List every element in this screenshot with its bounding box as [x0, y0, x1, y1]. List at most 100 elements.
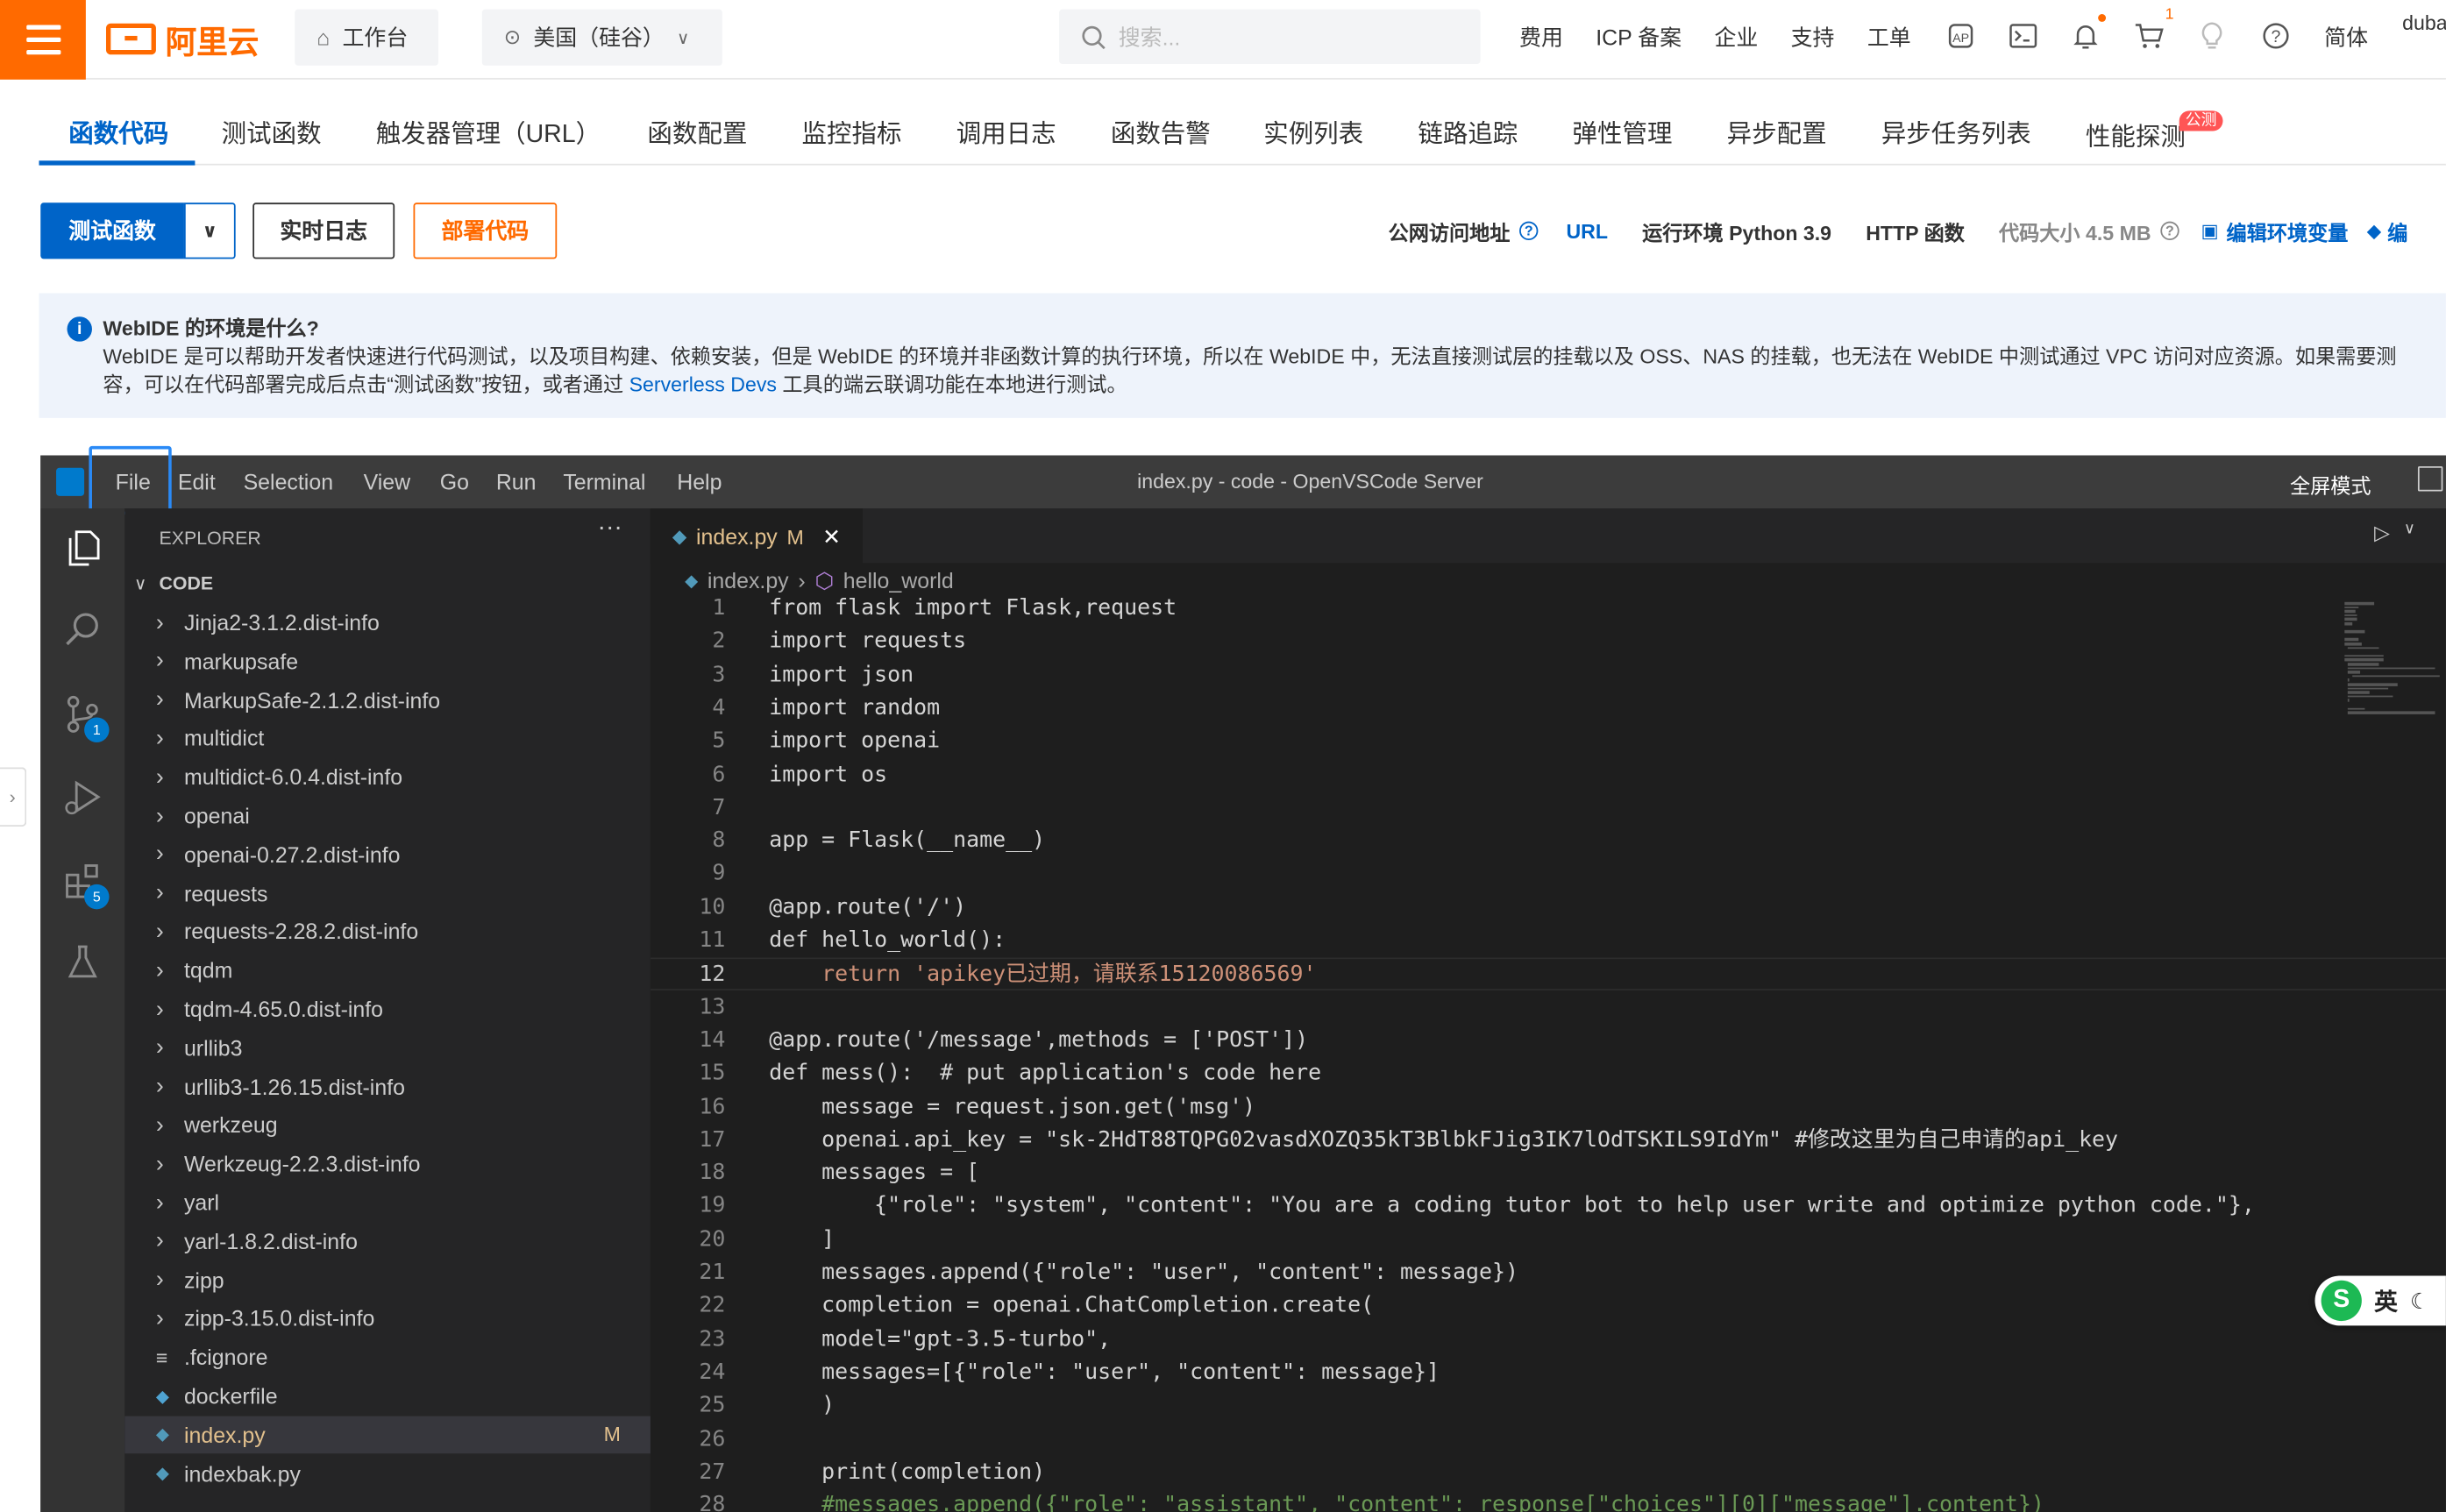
test-function-button[interactable]: 测试函数	[40, 202, 184, 259]
tab-invocation-logs[interactable]: 调用日志	[956, 112, 1056, 150]
testing-flask-icon[interactable]	[60, 939, 106, 985]
tree-folder[interactable]: › urllib3	[124, 1029, 651, 1067]
code-line[interactable]: 17 openai.api_key = "sk-2HdT88TQPG02vasd…	[651, 1125, 2446, 1157]
breadcrumb-symbol[interactable]: hello_world	[843, 568, 954, 593]
tab-function-config[interactable]: 函数配置	[647, 112, 747, 150]
code-line[interactable]: 27 print(completion)	[651, 1457, 2446, 1489]
info-circle-icon[interactable]: ?	[1519, 221, 1539, 241]
menu-help[interactable]: Help	[677, 470, 722, 494]
fullscreen-button[interactable]: 全屏模式	[2290, 470, 2371, 500]
code-line[interactable]: 24 messages=[{"role": "user", "content":…	[651, 1357, 2446, 1389]
tree-folder[interactable]: › urllib3-1.26.15.dist-info	[124, 1068, 651, 1105]
cart-icon[interactable]: 1	[2132, 6, 2174, 53]
menu-go[interactable]: Go	[440, 470, 469, 494]
code-line[interactable]: 21 messages.append({"role": "user", "con…	[651, 1257, 2446, 1289]
code-line[interactable]: 19 {"role": "system", "content": "You ar…	[651, 1190, 2446, 1223]
more-actions-icon[interactable]: ···	[597, 515, 622, 543]
tab-scaling[interactable]: 弹性管理	[1573, 112, 1673, 150]
tree-folder[interactable]: › multidict	[124, 720, 651, 757]
tree-file[interactable]: ◆ indexbak.py	[124, 1454, 651, 1492]
tree-folder[interactable]: › zipp-3.15.0.dist-info	[124, 1300, 651, 1338]
tab-alerts[interactable]: 函数告警	[1111, 112, 1211, 150]
run-dropdown-icon[interactable]: ∨	[2404, 521, 2415, 538]
menu-file[interactable]: File	[116, 470, 151, 494]
nav-ticket[interactable]: 工单	[1867, 0, 1911, 75]
tab-async-config[interactable]: 异步配置	[1727, 112, 1827, 150]
tab-metrics[interactable]: 监控指标	[802, 112, 902, 150]
tab-instances[interactable]: 实例列表	[1263, 112, 1363, 150]
code-line[interactable]: 10 @app.route('/')	[651, 891, 2446, 924]
edit-env-link[interactable]: 编辑环境变量	[2227, 216, 2349, 245]
user-name[interactable]: duba	[2402, 11, 2446, 34]
code-line[interactable]: 8 app = Flask(__name__)	[651, 825, 2446, 857]
tree-folder[interactable]: › tqdm-4.65.0.dist-info	[124, 990, 651, 1028]
code-line[interactable]: 14 @app.route('/message',methods = ['POST…	[651, 1025, 2446, 1057]
test-dropdown-button[interactable]: ∨	[183, 202, 236, 259]
nav-enterprise[interactable]: 企业	[1714, 0, 1758, 75]
ime-toolbar[interactable]: S 英 ☾	[2314, 1275, 2446, 1326]
code-line[interactable]: 23 model="gpt-3.5-turbo",	[651, 1324, 2446, 1356]
moon-icon[interactable]: ☾	[2410, 1288, 2429, 1314]
menu-terminal[interactable]: Terminal	[563, 470, 645, 494]
source-control-icon[interactable]: 1	[60, 691, 110, 742]
tree-folder[interactable]: › markupsafe	[124, 642, 651, 680]
tree-folder[interactable]: › openai	[124, 797, 651, 834]
tree-folder[interactable]: › werkzeug	[124, 1106, 651, 1144]
realtime-logs-button[interactable]: 实时日志	[252, 202, 395, 259]
code-line[interactable]: 9	[651, 858, 2446, 891]
workbench-button[interactable]: ⌂ 工作台	[295, 9, 438, 66]
aliyun-logo[interactable]: 阿里云	[105, 18, 259, 60]
code-line[interactable]: 22 completion = openai.ChatCompletion.cr…	[651, 1290, 2446, 1323]
code-line[interactable]: 4 import random	[651, 692, 2446, 725]
tree-folder[interactable]: › openai-0.27.2.dist-info	[124, 835, 651, 873]
explorer-icon[interactable]	[60, 524, 106, 571]
terminal-icon[interactable]	[2006, 18, 2040, 53]
tree-folder[interactable]: › requests	[124, 874, 651, 912]
code-line[interactable]: 6 import os	[651, 759, 2446, 791]
menu-edit[interactable]: Edit	[178, 470, 216, 494]
code-line[interactable]: 7	[651, 792, 2446, 825]
nav-fees[interactable]: 费用	[1519, 0, 1563, 75]
editor-tab-index-py[interactable]: ◆ index.py M ✕	[650, 508, 863, 564]
code-line[interactable]: 16 message = request.json.get('msg')	[651, 1091, 2446, 1124]
code-line[interactable]: 25 )	[651, 1390, 2446, 1423]
run-file-icon[interactable]: ▷	[2374, 521, 2390, 545]
tree-folder[interactable]: › zipp	[124, 1261, 651, 1299]
code-line[interactable]: 11 def hello_world():	[651, 925, 2446, 957]
tree-file[interactable]: ≡ .fcignore	[124, 1338, 651, 1376]
more-link[interactable]: 编	[2387, 216, 2407, 245]
code-line[interactable]: 15 def mess(): # put application's code h…	[651, 1058, 2446, 1090]
tab-triggers[interactable]: 触发器管理（URL）	[376, 112, 601, 150]
region-selector[interactable]: ⊙ 美国（硅谷） ∨	[481, 9, 722, 66]
hamburger-menu-button[interactable]	[0, 0, 86, 80]
info-circle-icon[interactable]: ?	[2160, 221, 2179, 241]
tree-folder[interactable]: › yarl-1.8.2.dist-info	[124, 1223, 651, 1260]
code-folder-header[interactable]: ∨ CODE	[124, 564, 651, 602]
tab-test-function[interactable]: 测试函数	[222, 112, 322, 150]
code-line[interactable]: 26	[651, 1423, 2446, 1456]
menu-view[interactable]: View	[364, 470, 411, 494]
tree-folder[interactable]: › Werkzeug-2.2.3.dist-info	[124, 1145, 651, 1182]
tree-folder[interactable]: › tqdm	[124, 952, 651, 990]
tree-folder[interactable]: › multidict-6.0.4.dist-info	[124, 758, 651, 796]
tree-folder[interactable]: › MarkupSafe-2.1.2.dist-info	[124, 681, 651, 719]
minimap[interactable]	[2344, 601, 2440, 742]
language-switch[interactable]: 简体	[2324, 0, 2368, 75]
bulb-icon[interactable]	[2194, 18, 2229, 53]
code-line[interactable]: 18 messages = [	[651, 1157, 2446, 1189]
side-expand-handle[interactable]: ›	[0, 767, 27, 827]
ap-icon[interactable]: AP	[1944, 18, 1978, 53]
code-line[interactable]: 12 return 'apikey已过期，请联系15120086569'	[650, 958, 2446, 991]
menu-run[interactable]: Run	[496, 470, 537, 494]
tab-perf-probe[interactable]: 性能探测	[2086, 116, 2186, 153]
code-line[interactable]: 13	[651, 991, 2446, 1024]
tab-tracing[interactable]: 链路追踪	[1418, 112, 1518, 150]
code-line[interactable]: 3 import json	[651, 659, 2446, 692]
code-line[interactable]: 1 from flask import Flask,request	[651, 593, 2446, 625]
bell-icon[interactable]	[2068, 14, 2107, 53]
code-line[interactable]: 28 #messages.append({"role": "assistant"…	[651, 1489, 2446, 1512]
tree-file[interactable]: ◆ index.py M	[124, 1416, 651, 1453]
tree-file[interactable]: ◆ dockerfile	[124, 1377, 651, 1415]
serverless-devs-link[interactable]: Serverless Devs	[629, 373, 777, 396]
help-icon[interactable]: ?	[2258, 18, 2293, 53]
